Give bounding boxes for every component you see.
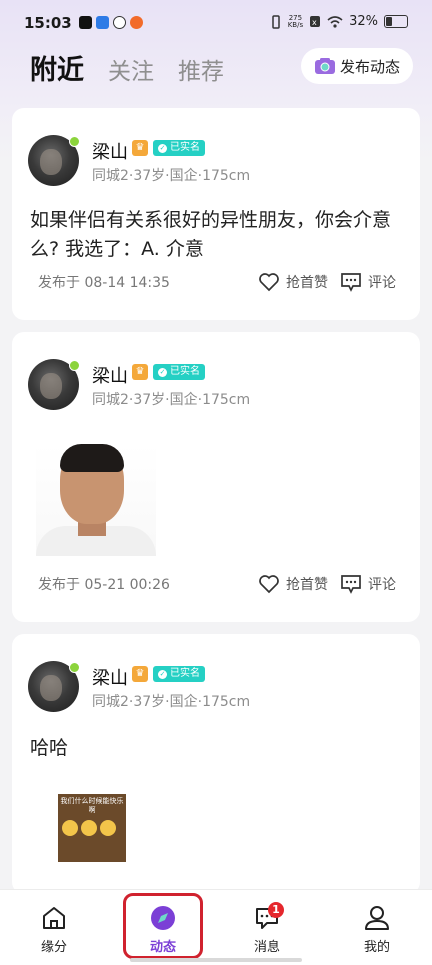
crown-icon: ♛ [132, 140, 148, 156]
nav-label: 我的 [363, 940, 390, 955]
verified-label: 已实名 [170, 668, 200, 679]
vibrate-icon [271, 14, 280, 29]
camera-icon [314, 58, 335, 74]
post-photo[interactable] [36, 444, 156, 556]
verified-badge: ✓ 已实名 [153, 666, 205, 682]
meme-caption: 我们什么时候能快乐啊 [60, 797, 124, 814]
post-card[interactable]: 梁山 ♛ ✓ 已实名 同城2·37岁·国企·175cm 发布于 05-21 00:… [12, 332, 420, 622]
tab-following[interactable]: 关注 [108, 52, 154, 86]
tab-nearby[interactable]: 附近 [30, 48, 84, 87]
user-name[interactable]: 梁山 [92, 362, 128, 388]
online-indicator [69, 662, 80, 673]
publish-post-button[interactable]: 发布动态 [301, 48, 413, 84]
user-meta: 同城2·37岁·国企·175cm [92, 392, 251, 408]
check-icon: ✓ [158, 669, 167, 679]
feed-tabs: 附近 关注 推荐 [30, 48, 224, 87]
verified-label: 已实名 [170, 366, 200, 377]
heart-icon [259, 273, 279, 292]
comment-label: 评论 [368, 577, 396, 593]
like-label: 抢首赞 [286, 577, 328, 593]
like-label: 抢首赞 [286, 275, 328, 291]
post-card[interactable]: 梁山 ♛ ✓ 已实名 同城2·37岁·国企·175cm 如果伴侣有关系很好的异性朋… [12, 108, 420, 320]
battery-icon [384, 15, 408, 28]
home-indicator[interactable] [130, 958, 302, 962]
verified-badge: ✓ 已实名 [153, 140, 205, 156]
comment-button[interactable]: 评论 [340, 574, 396, 594]
user-name[interactable]: 梁山 [92, 664, 128, 690]
check-icon: ✓ [158, 143, 167, 153]
tab-recommend[interactable]: 推荐 [178, 52, 224, 86]
link-icon [113, 16, 126, 29]
nav-label: 缘分 [40, 940, 67, 955]
online-indicator [69, 136, 80, 147]
bottom-nav: 缘分 动态 1 消息 我的 [0, 889, 432, 965]
comment-button[interactable]: 评论 [340, 272, 396, 292]
user-meta: 同城2·37岁·国企·175cm [92, 168, 251, 184]
crown-icon: ♛ [132, 666, 148, 682]
wifi-icon [327, 16, 343, 28]
crown-icon: ♛ [132, 364, 148, 380]
unread-badge: 1 [268, 902, 284, 918]
nav-item-profile[interactable]: 我的 [332, 890, 422, 965]
check-icon: ✓ [158, 367, 167, 377]
svg-text:x: x [312, 18, 317, 27]
comment-label: 评论 [368, 275, 396, 291]
comment-icon [341, 575, 361, 594]
nav-label: 消息 [253, 940, 280, 955]
like-button[interactable]: 抢首赞 [258, 272, 328, 292]
network-speed-unit: KB/s [287, 20, 304, 29]
online-indicator [69, 360, 80, 371]
post-meme-image[interactable]: 我们什么时候能快乐啊 [58, 794, 126, 862]
user-name[interactable]: 梁山 [92, 138, 128, 164]
app-notification-icon [96, 16, 109, 29]
notification-icons [79, 16, 143, 29]
publish-post-label: 发布动态 [339, 57, 400, 76]
user-meta: 同城2·37岁·国企·175cm [92, 694, 251, 710]
battery-percent: 32% [349, 14, 378, 29]
verified-badge: ✓ 已实名 [153, 364, 205, 380]
post-text: 如果伴侣有关系很好的异性朋友，你会介意么? 我选了：A. 介意 [30, 209, 392, 260]
no-sim-icon: x [310, 16, 321, 27]
highlight-box [123, 893, 203, 959]
network-speed: 275 KB/s [287, 14, 304, 29]
status-bar: 15:03 275 KB/s x 32% [0, 0, 432, 46]
like-button[interactable]: 抢首赞 [258, 574, 328, 594]
home-icon [43, 907, 65, 929]
post-card[interactable]: 梁山 ♛ ✓ 已实名 同城2·37岁·国企·175cm 哈哈 我们什么时候能快乐啊 [12, 634, 420, 894]
verified-label: 已实名 [170, 142, 200, 153]
post-time: 发布于 08-14 14:35 [38, 275, 170, 291]
nav-item-messages[interactable]: 1 消息 [222, 890, 312, 965]
weibo-icon [130, 16, 143, 29]
person-icon [365, 906, 389, 930]
status-time: 15:03 [24, 14, 72, 32]
post-time: 发布于 05-21 00:26 [38, 577, 170, 593]
nav-item-fate[interactable]: 缘分 [9, 890, 99, 965]
comment-icon [341, 273, 361, 292]
heart-icon [259, 575, 279, 594]
post-text: 哈哈 [30, 737, 69, 759]
tiktok-icon [79, 16, 92, 29]
